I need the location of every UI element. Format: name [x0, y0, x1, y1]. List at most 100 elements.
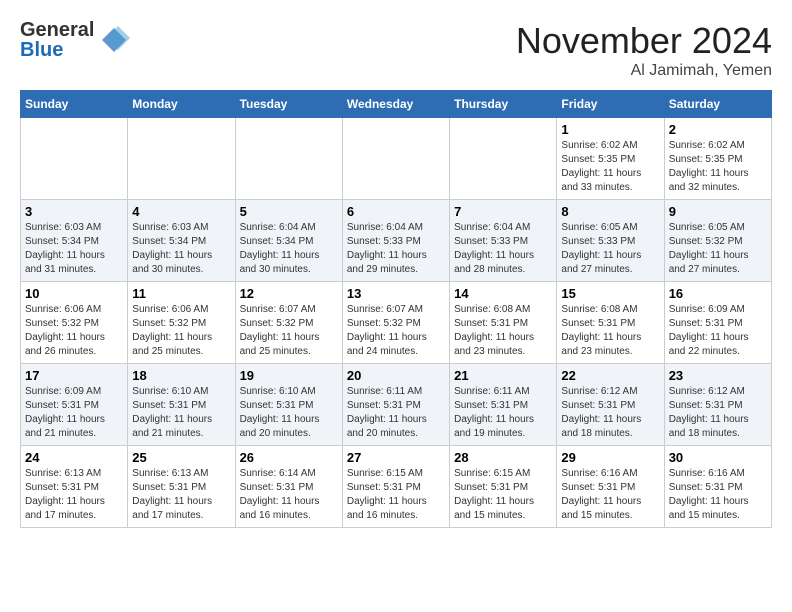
day-number: 4 — [132, 204, 230, 219]
day-info: Sunrise: 6:15 AMSunset: 5:31 PMDaylight:… — [347, 467, 445, 523]
calendar-cell — [235, 118, 342, 200]
day-of-week-header: Monday — [128, 91, 235, 118]
calendar-header-row: SundayMondayTuesdayWednesdayThursdayFrid… — [21, 91, 772, 118]
day-info: Sunrise: 6:05 AMSunset: 5:32 PMDaylight:… — [669, 221, 767, 277]
calendar-cell: 30 Sunrise: 6:16 AMSunset: 5:31 PMDayligh… — [664, 446, 771, 528]
day-of-week-header: Tuesday — [235, 91, 342, 118]
day-of-week-header: Friday — [557, 91, 664, 118]
calendar-cell: 24 Sunrise: 6:13 AMSunset: 5:31 PMDayligh… — [21, 446, 128, 528]
day-info: Sunrise: 6:13 AMSunset: 5:31 PMDaylight:… — [25, 467, 123, 523]
day-info: Sunrise: 6:14 AMSunset: 5:31 PMDaylight:… — [240, 467, 338, 523]
calendar-cell — [128, 118, 235, 200]
day-info: Sunrise: 6:09 AMSunset: 5:31 PMDaylight:… — [669, 303, 767, 359]
logo: General Blue — [20, 20, 130, 60]
calendar-week-row: 10 Sunrise: 6:06 AMSunset: 5:32 PMDayligh… — [21, 282, 772, 364]
day-number: 18 — [132, 368, 230, 383]
day-info: Sunrise: 6:11 AMSunset: 5:31 PMDaylight:… — [454, 385, 552, 441]
calendar-cell: 28Sunrise: 6:15 AMSunset: 5:31 PMDayligh… — [450, 446, 557, 528]
calendar-cell: 11 Sunrise: 6:06 AMSunset: 5:32 PMDayligh… — [128, 282, 235, 364]
day-number: 8 — [561, 204, 659, 219]
day-of-week-header: Sunday — [21, 91, 128, 118]
day-info: Sunrise: 6:10 AMSunset: 5:31 PMDaylight:… — [132, 385, 230, 441]
calendar-cell: 5 Sunrise: 6:04 AMSunset: 5:34 PMDaylight… — [235, 200, 342, 282]
day-info: Sunrise: 6:06 AMSunset: 5:32 PMDaylight:… — [25, 303, 123, 359]
day-info: Sunrise: 6:07 AMSunset: 5:32 PMDaylight:… — [240, 303, 338, 359]
day-info: Sunrise: 6:07 AMSunset: 5:32 PMDaylight:… — [347, 303, 445, 359]
calendar-cell: 2 Sunrise: 6:02 AMSunset: 5:35 PMDaylight… — [664, 118, 771, 200]
day-info: Sunrise: 6:16 AMSunset: 5:31 PMDaylight:… — [669, 467, 767, 523]
day-info: Sunrise: 6:11 AMSunset: 5:31 PMDaylight:… — [347, 385, 445, 441]
day-number: 6 — [347, 204, 445, 219]
day-number: 30 — [669, 450, 767, 465]
page-header: General Blue November 2024 Al Jamimah, Y… — [20, 20, 772, 80]
calendar-cell: 21Sunrise: 6:11 AMSunset: 5:31 PMDayligh… — [450, 364, 557, 446]
day-number: 10 — [25, 286, 123, 301]
day-number: 13 — [347, 286, 445, 301]
month-title: November 2024 — [516, 20, 772, 62]
day-number: 22 — [561, 368, 659, 383]
day-number: 28 — [454, 450, 552, 465]
day-number: 24 — [25, 450, 123, 465]
day-number: 11 — [132, 286, 230, 301]
day-number: 7 — [454, 204, 552, 219]
day-of-week-header: Thursday — [450, 91, 557, 118]
day-number: 19 — [240, 368, 338, 383]
calendar-cell: 29Sunrise: 6:16 AMSunset: 5:31 PMDayligh… — [557, 446, 664, 528]
day-info: Sunrise: 6:09 AMSunset: 5:31 PMDaylight:… — [25, 385, 123, 441]
calendar-cell — [342, 118, 449, 200]
location-title: Al Jamimah, Yemen — [516, 62, 772, 80]
day-info: Sunrise: 6:03 AMSunset: 5:34 PMDaylight:… — [132, 221, 230, 277]
calendar-cell: 25Sunrise: 6:13 AMSunset: 5:31 PMDayligh… — [128, 446, 235, 528]
calendar-cell: 14Sunrise: 6:08 AMSunset: 5:31 PMDayligh… — [450, 282, 557, 364]
calendar-table: SundayMondayTuesdayWednesdayThursdayFrid… — [20, 90, 772, 528]
calendar-week-row: 24 Sunrise: 6:13 AMSunset: 5:31 PMDayligh… — [21, 446, 772, 528]
calendar-week-row: 17 Sunrise: 6:09 AMSunset: 5:31 PMDayligh… — [21, 364, 772, 446]
day-info: Sunrise: 6:04 AMSunset: 5:33 PMDaylight:… — [347, 221, 445, 277]
calendar-cell: 6 Sunrise: 6:04 AMSunset: 5:33 PMDaylight… — [342, 200, 449, 282]
day-info: Sunrise: 6:10 AMSunset: 5:31 PMDaylight:… — [240, 385, 338, 441]
calendar-week-row: 1 Sunrise: 6:02 AMSunset: 5:35 PMDaylight… — [21, 118, 772, 200]
day-of-week-header: Saturday — [664, 91, 771, 118]
day-info: Sunrise: 6:03 AMSunset: 5:34 PMDaylight:… — [25, 221, 123, 277]
calendar-cell: 18 Sunrise: 6:10 AMSunset: 5:31 PMDayligh… — [128, 364, 235, 446]
day-number: 12 — [240, 286, 338, 301]
day-number: 3 — [25, 204, 123, 219]
day-number: 26 — [240, 450, 338, 465]
logo-icon — [98, 24, 130, 56]
day-info: Sunrise: 6:12 AMSunset: 5:31 PMDaylight:… — [561, 385, 659, 441]
day-number: 9 — [669, 204, 767, 219]
day-number: 14 — [454, 286, 552, 301]
title-block: November 2024 Al Jamimah, Yemen — [516, 20, 772, 80]
calendar-cell: 7 Sunrise: 6:04 AMSunset: 5:33 PMDaylight… — [450, 200, 557, 282]
day-number: 2 — [669, 122, 767, 137]
calendar-cell: 15 Sunrise: 6:08 AMSunset: 5:31 PMDayligh… — [557, 282, 664, 364]
calendar-cell: 22 Sunrise: 6:12 AMSunset: 5:31 PMDayligh… — [557, 364, 664, 446]
calendar-cell: 17 Sunrise: 6:09 AMSunset: 5:31 PMDayligh… — [21, 364, 128, 446]
calendar-cell: 26 Sunrise: 6:14 AMSunset: 5:31 PMDayligh… — [235, 446, 342, 528]
day-number: 15 — [561, 286, 659, 301]
day-number: 5 — [240, 204, 338, 219]
day-info: Sunrise: 6:13 AMSunset: 5:31 PMDaylight:… — [132, 467, 230, 523]
calendar-cell: 8Sunrise: 6:05 AMSunset: 5:33 PMDaylight… — [557, 200, 664, 282]
calendar-cell: 13 Sunrise: 6:07 AMSunset: 5:32 PMDayligh… — [342, 282, 449, 364]
calendar-cell: 19 Sunrise: 6:10 AMSunset: 5:31 PMDayligh… — [235, 364, 342, 446]
calendar-cell: 20 Sunrise: 6:11 AMSunset: 5:31 PMDayligh… — [342, 364, 449, 446]
calendar-week-row: 3 Sunrise: 6:03 AMSunset: 5:34 PMDaylight… — [21, 200, 772, 282]
day-number: 27 — [347, 450, 445, 465]
calendar-cell — [21, 118, 128, 200]
day-number: 17 — [25, 368, 123, 383]
day-info: Sunrise: 6:06 AMSunset: 5:32 PMDaylight:… — [132, 303, 230, 359]
calendar-cell — [450, 118, 557, 200]
logo-blue: Blue — [20, 40, 94, 60]
day-of-week-header: Wednesday — [342, 91, 449, 118]
day-info: Sunrise: 6:04 AMSunset: 5:33 PMDaylight:… — [454, 221, 552, 277]
day-number: 1 — [561, 122, 659, 137]
calendar-cell: 9 Sunrise: 6:05 AMSunset: 5:32 PMDaylight… — [664, 200, 771, 282]
day-number: 20 — [347, 368, 445, 383]
day-info: Sunrise: 6:04 AMSunset: 5:34 PMDaylight:… — [240, 221, 338, 277]
day-info: Sunrise: 6:02 AMSunset: 5:35 PMDaylight:… — [561, 139, 659, 195]
day-info: Sunrise: 6:02 AMSunset: 5:35 PMDaylight:… — [669, 139, 767, 195]
logo-general: General — [20, 20, 94, 40]
calendar-cell: 23Sunrise: 6:12 AMSunset: 5:31 PMDayligh… — [664, 364, 771, 446]
day-info: Sunrise: 6:08 AMSunset: 5:31 PMDaylight:… — [561, 303, 659, 359]
